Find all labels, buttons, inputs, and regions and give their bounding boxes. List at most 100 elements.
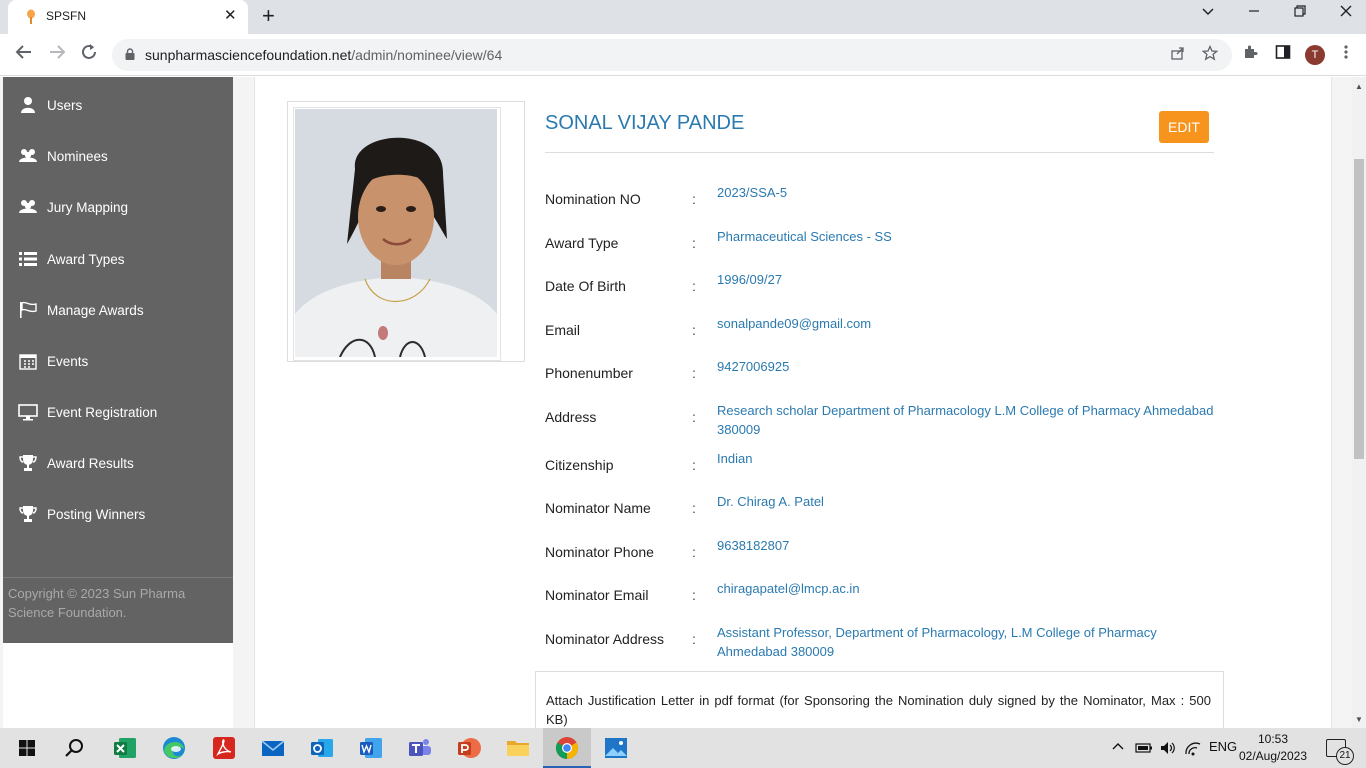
sidebar-item-jury-mapping[interactable]: Jury Mapping [3,188,233,228]
sidebar-item-award-types[interactable]: Award Types [3,240,233,280]
field-label: Nominator Address [545,631,665,647]
address-bar[interactable]: sunpharmasciencefoundation.net/admin/nom… [112,39,1232,71]
field-value-citizenship: Indian [717,451,753,466]
scroll-down-arrow-icon[interactable]: ▼ [1355,715,1363,724]
user-icon [21,97,35,113]
restore-icon[interactable] [1293,4,1307,24]
minimize-icon[interactable] [1247,4,1261,24]
trophy-icon [19,506,37,522]
back-icon[interactable] [15,43,33,67]
field-label: Nominator Email [545,587,649,603]
field-colon: : [692,365,696,381]
flag-icon [20,301,37,318]
field-colon: : [692,587,696,603]
search-icon[interactable] [62,735,88,761]
sidebar-item-event-registration[interactable]: Event Registration [3,393,233,433]
name-divider [545,152,1214,153]
field-colon: : [692,322,696,338]
taskbar-clock[interactable]: 10:53 02/Aug/2023 [1236,731,1310,765]
clock-time: 10:53 [1257,732,1289,746]
nominee-name: SONAL VIJAY PANDE [545,112,745,134]
bookmark-star-icon[interactable] [1201,44,1219,65]
browser-tab[interactable]: SPSFN ✕ [8,0,248,34]
excel-icon[interactable] [112,735,138,761]
scroll-up-arrow-icon[interactable]: ▲ [1355,82,1363,91]
tray-chevron-up-icon[interactable] [1112,741,1124,753]
notification-count-badge: 21 [1336,747,1354,765]
nominee-photo-border [293,107,501,361]
word-icon[interactable] [358,735,384,761]
sidebar-divider [3,577,233,578]
new-tab-button[interactable]: + [262,5,275,27]
language-indicator[interactable]: ENG [1209,739,1237,754]
extensions-icon[interactable] [1242,44,1258,66]
sidebar-item-events[interactable]: Events [3,342,233,382]
teams-icon[interactable] [407,735,433,761]
sidebar-item-label: Jury Mapping [47,200,129,215]
close-window-icon[interactable] [1339,4,1353,24]
field-label: Email [545,322,581,338]
field-colon: : [692,278,696,294]
field-label: Date Of Birth [545,278,626,294]
nominee-photo [295,109,497,357]
field-colon: : [692,500,696,516]
field-colon: : [692,191,696,207]
field-value-date-of-birth: 1996/09/27 [717,272,783,287]
reload-icon[interactable] [80,43,98,67]
clock-date: 02/Aug/2023 [1238,749,1308,763]
sidebar-item-label: Award Results [47,456,134,471]
field-label: Nominator Name [545,500,651,516]
field-colon: : [692,544,696,560]
users-icon [19,200,37,213]
field-label: Nomination NO [545,191,641,207]
field-value-email: sonalpande09@gmail.com [717,316,872,331]
admin-sidebar: Users Nominees Jury Mapping Award Types … [3,77,233,643]
windows-start-icon[interactable] [14,735,40,761]
volume-icon[interactable] [1159,740,1177,756]
desktop-icon [18,404,38,421]
menu-kebab-icon[interactable] [1343,44,1349,66]
url-host: sunpharmasciencefoundation.net [145,47,352,63]
outlook-icon[interactable] [309,735,335,761]
sidebar-item-nominees[interactable]: Nominees [3,137,233,177]
side-panel-icon[interactable] [1275,44,1291,66]
acrobat-icon[interactable] [211,735,237,761]
users-icon [19,149,37,162]
justification-letter-label: Attach Justification Letter in pdf forma… [546,693,1211,727]
profile-avatar[interactable]: T [1305,45,1325,65]
browser-toolbar: sunpharmasciencefoundation.net/admin/nom… [0,34,1366,76]
field-value-nominator-email: chiragapatel@lmcp.ac.in [717,581,860,596]
sidebar-item-manage-awards[interactable]: Manage Awards [3,291,233,331]
scrollbar-thumb[interactable] [1354,159,1364,459]
powerpoint-icon[interactable] [456,735,482,761]
file-explorer-icon[interactable] [505,735,531,761]
edge-icon[interactable] [161,735,187,761]
share-icon[interactable] [1170,45,1186,65]
sidebar-item-award-results[interactable]: Award Results [3,444,233,484]
sidebar-item-label: Events [47,354,89,369]
sidebar-item-label: Event Registration [47,405,158,420]
sidebar-item-label: Posting Winners [47,507,146,522]
field-value-nominator-phone: 9638182807 [717,538,790,553]
sidebar-item-label: Users [47,98,83,113]
wifi-icon[interactable] [1184,740,1202,756]
edit-button[interactable]: EDIT [1159,111,1209,143]
sidebar-item-posting-winners[interactable]: Posting Winners [3,495,233,535]
tab-close-icon[interactable]: ✕ [224,8,237,24]
nominee-photo-frame [287,101,525,362]
sidebar-item-users[interactable]: Users [3,86,233,126]
field-value-nominator-address: Assistant Professor, Department of Pharm… [717,625,1157,659]
mail-icon[interactable] [260,735,286,761]
sidebar-item-label: Manage Awards [47,303,144,318]
windows-taskbar: ENG 10:53 02/Aug/2023 21 [0,728,1366,768]
lock-icon [125,48,135,60]
battery-icon[interactable] [1135,741,1153,755]
justification-letter-panel: Attach Justification Letter in pdf forma… [535,671,1224,728]
forward-icon[interactable] [48,43,66,67]
page-scrollbar[interactable]: ▲ ▼ [1352,77,1366,728]
url-text: sunpharmasciencefoundation.net/admin/nom… [145,47,502,63]
photos-icon[interactable] [603,735,629,761]
tab-search-icon[interactable] [1201,4,1215,24]
chrome-icon[interactable] [554,735,580,761]
field-value-nominator-name: Dr. Chirag A. Patel [717,494,824,509]
